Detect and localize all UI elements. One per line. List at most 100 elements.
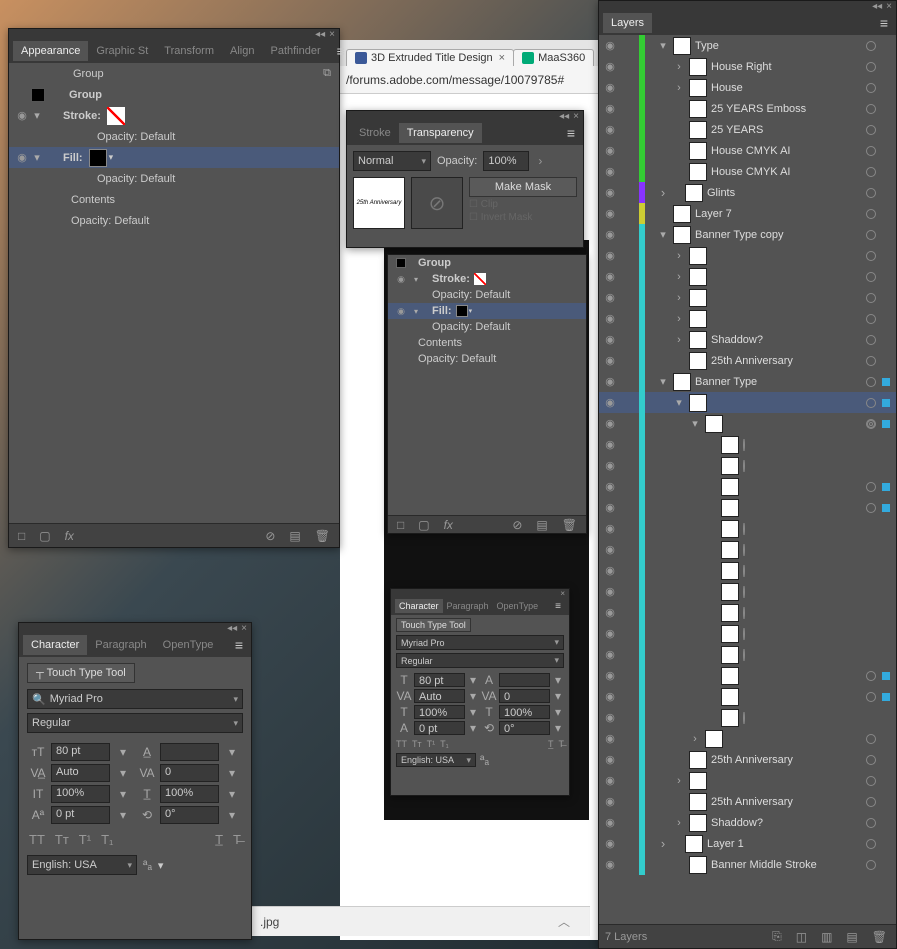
layer-row[interactable]: ◉ (599, 707, 896, 728)
visibility-icon[interactable]: ◉ (599, 417, 621, 430)
visibility-icon[interactable]: ◉ (599, 291, 621, 304)
strike-icon[interactable]: T̶ (233, 832, 241, 847)
expand-icon[interactable]: › (673, 292, 685, 304)
layer-row[interactable]: ◉›Shaddow? (599, 329, 896, 350)
close-icon[interactable]: × (329, 29, 335, 40)
layer-name[interactable] (743, 712, 896, 724)
target-icon[interactable] (866, 104, 876, 114)
collapse-icon[interactable]: ◂◂ (315, 29, 325, 40)
layer-row[interactable]: ◉› (599, 266, 896, 287)
expand-icon[interactable]: › (673, 61, 685, 73)
layer-row[interactable]: ◉ (599, 581, 896, 602)
layer-row[interactable]: ◉›House Right (599, 56, 896, 77)
fx-button[interactable]: fx (62, 529, 77, 543)
tab-pathfinder[interactable]: Pathfinder (262, 41, 328, 61)
layer-name[interactable]: Glints (707, 187, 866, 199)
target-icon[interactable] (866, 692, 876, 702)
new-sublayer-icon[interactable]: ▥ (818, 930, 835, 944)
layer-row[interactable]: ◉ 25 YEARS Emboss (599, 98, 896, 119)
strike-icon[interactable]: T̶ (559, 739, 565, 749)
layer-row[interactable]: ◉▾Banner Type (599, 371, 896, 392)
layer-name[interactable] (743, 460, 896, 472)
target-icon[interactable] (866, 482, 876, 492)
layer-name[interactable]: 25 YEARS Emboss (711, 103, 866, 115)
layer-name[interactable]: 25th Anniversary (711, 796, 866, 808)
visibility-icon[interactable]: ◉ (13, 151, 31, 164)
tab-stroke[interactable]: Stroke (351, 123, 399, 143)
layer-row[interactable]: ◉ (599, 560, 896, 581)
trash-icon[interactable]: 🗑 (869, 930, 890, 944)
layer-name[interactable] (743, 565, 896, 577)
invert-mask-checkbox[interactable]: ☐ Invert Mask (469, 212, 577, 223)
subscript-icon[interactable]: T₁ (440, 739, 449, 749)
browser-tab-2[interactable]: MaaS360 (513, 49, 594, 66)
layer-row[interactable]: ◉25th Anniversary (599, 749, 896, 770)
layer-name[interactable]: Shaddow? (711, 817, 866, 829)
target-icon[interactable] (866, 209, 876, 219)
visibility-icon[interactable]: ◉ (599, 459, 621, 472)
close-icon[interactable]: × (499, 52, 505, 64)
layer-row[interactable]: ◉ (599, 602, 896, 623)
target-icon[interactable] (743, 712, 745, 724)
target-icon[interactable] (866, 83, 876, 93)
target-icon[interactable] (743, 649, 745, 661)
baseline-input[interactable]: 0 pt (51, 806, 110, 824)
trash-icon[interactable]: 🗑 (312, 529, 333, 543)
target-icon[interactable] (866, 377, 876, 387)
layer-row[interactable]: ◉ (599, 644, 896, 665)
visibility-icon[interactable]: ◉ (599, 102, 621, 115)
layer-row[interactable]: ◉Banner Middle Stroke (599, 854, 896, 875)
url-bar[interactable]: /forums.adobe.com/message/10079785# (340, 66, 600, 94)
smallcaps-icon[interactable]: Tᴛ (412, 739, 422, 749)
visibility-icon[interactable]: ◉ (599, 333, 621, 346)
layer-row[interactable]: ◉▾ (599, 392, 896, 413)
layer-name[interactable] (743, 523, 896, 535)
layer-row[interactable]: ◉›Glints (599, 182, 896, 203)
tab-align[interactable]: Align (222, 41, 262, 61)
make-mask-button[interactable]: Make Mask (469, 177, 577, 197)
layer-row[interactable]: ◉›Layer 1 (599, 833, 896, 854)
expand-icon[interactable]: › (689, 733, 701, 745)
layer-row[interactable]: ◉ (599, 539, 896, 560)
visibility-icon[interactable]: ◉ (599, 249, 621, 262)
close-icon[interactable]: × (560, 589, 565, 598)
layer-row[interactable]: ◉›Shaddow? (599, 812, 896, 833)
visibility-icon[interactable]: ◉ (599, 732, 621, 745)
expand-icon[interactable]: › (673, 334, 685, 346)
visibility-icon[interactable]: ◉ (13, 109, 31, 122)
selection-indicator[interactable] (882, 693, 890, 701)
layer-row[interactable]: ◉ (599, 455, 896, 476)
fill-row[interactable]: ◉▾Fill:▾ (388, 303, 586, 319)
panel-menu-icon[interactable]: ≡ (559, 125, 583, 141)
close-icon[interactable]: × (241, 623, 247, 634)
close-icon[interactable]: × (886, 1, 892, 12)
target-icon[interactable] (866, 734, 876, 744)
layer-row[interactable]: ◉25th Anniversary (599, 791, 896, 812)
layer-name[interactable] (743, 586, 896, 598)
layer-row[interactable]: ◉ (599, 434, 896, 455)
opacity-row[interactable]: Opacity: Default (9, 126, 339, 147)
layer-name[interactable] (743, 544, 896, 556)
expand-icon[interactable]: › (657, 836, 669, 851)
fill-swatch[interactable] (456, 305, 468, 317)
layer-name[interactable]: Banner Type (695, 376, 866, 388)
panel-menu-icon[interactable]: ≡ (872, 15, 896, 31)
visibility-icon[interactable]: ◉ (599, 270, 621, 283)
visibility-icon[interactable]: ◉ (599, 711, 621, 724)
layer-name[interactable]: Layer 1 (707, 838, 866, 850)
expand-icon[interactable]: ▾ (673, 396, 685, 409)
layer-name[interactable] (743, 649, 896, 661)
target-icon[interactable] (866, 776, 876, 786)
square-icon[interactable]: ▢ (36, 529, 53, 543)
selection-indicator[interactable] (882, 399, 890, 407)
font-family-dropdown[interactable]: 🔍Myriad Pro▾ (27, 689, 243, 709)
layer-name[interactable]: House Right (711, 61, 866, 73)
visibility-icon[interactable]: ◉ (599, 354, 621, 367)
target-icon[interactable] (866, 125, 876, 135)
target-icon[interactable] (866, 188, 876, 198)
target-icon[interactable] (866, 671, 876, 681)
visibility-icon[interactable]: ◉ (599, 753, 621, 766)
dropdown-icon[interactable]: ▾ (109, 152, 114, 163)
new-layer-icon[interactable]: ▤ (843, 930, 860, 944)
selection-indicator[interactable] (882, 420, 890, 428)
